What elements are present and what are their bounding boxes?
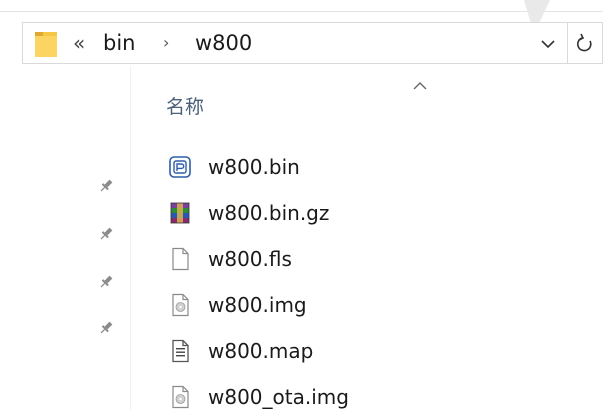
file-row-w800-map[interactable]: w800.map [160, 334, 580, 368]
refresh-button[interactable] [568, 22, 603, 64]
file-name: w800_ota.img [208, 385, 349, 409]
blank-file-icon [172, 247, 189, 271]
breadcrumb-bin[interactable]: bin [103, 29, 135, 57]
pin-icon [100, 275, 113, 288]
file-name: w800.bin.gz [208, 201, 330, 225]
file-name: w800.fls [208, 247, 292, 271]
file-name: w800.bin [208, 155, 300, 179]
navigation-pane-divider[interactable] [130, 66, 131, 410]
folder-icon [35, 32, 57, 57]
breadcrumb-w800[interactable]: w800 [195, 29, 252, 57]
breadcrumb-separator[interactable]: › [163, 29, 169, 57]
column-header-name[interactable]: 名称 [166, 93, 204, 121]
disc-image-icon [169, 156, 191, 178]
address-bar[interactable]: « bin › w800 [22, 22, 568, 64]
file-row-w800-fls[interactable]: w800.fls [160, 242, 580, 276]
refresh-icon [577, 33, 592, 52]
file-row-w800-img[interactable]: w800.img [160, 288, 580, 322]
file-name: w800.map [208, 339, 314, 363]
file-row-w800-ota-img[interactable]: w800_ota.img [160, 380, 580, 414]
chevron-down-icon[interactable] [539, 35, 557, 53]
pin-icon [100, 321, 113, 334]
file-name: w800.img [208, 293, 307, 317]
file-row-w800-bin-gz[interactable]: w800.bin.gz [160, 196, 580, 230]
text-file-icon [172, 339, 189, 363]
winrar-archive-icon [170, 202, 190, 224]
img-file-icon [172, 293, 189, 317]
pin-icon [100, 227, 113, 240]
sort-ascending-icon [413, 82, 427, 90]
pin-icon [100, 179, 113, 192]
img-file-icon [172, 385, 189, 409]
address-overflow-chevron[interactable]: « [73, 29, 85, 57]
file-row-w800-bin[interactable]: w800.bin [160, 150, 580, 184]
